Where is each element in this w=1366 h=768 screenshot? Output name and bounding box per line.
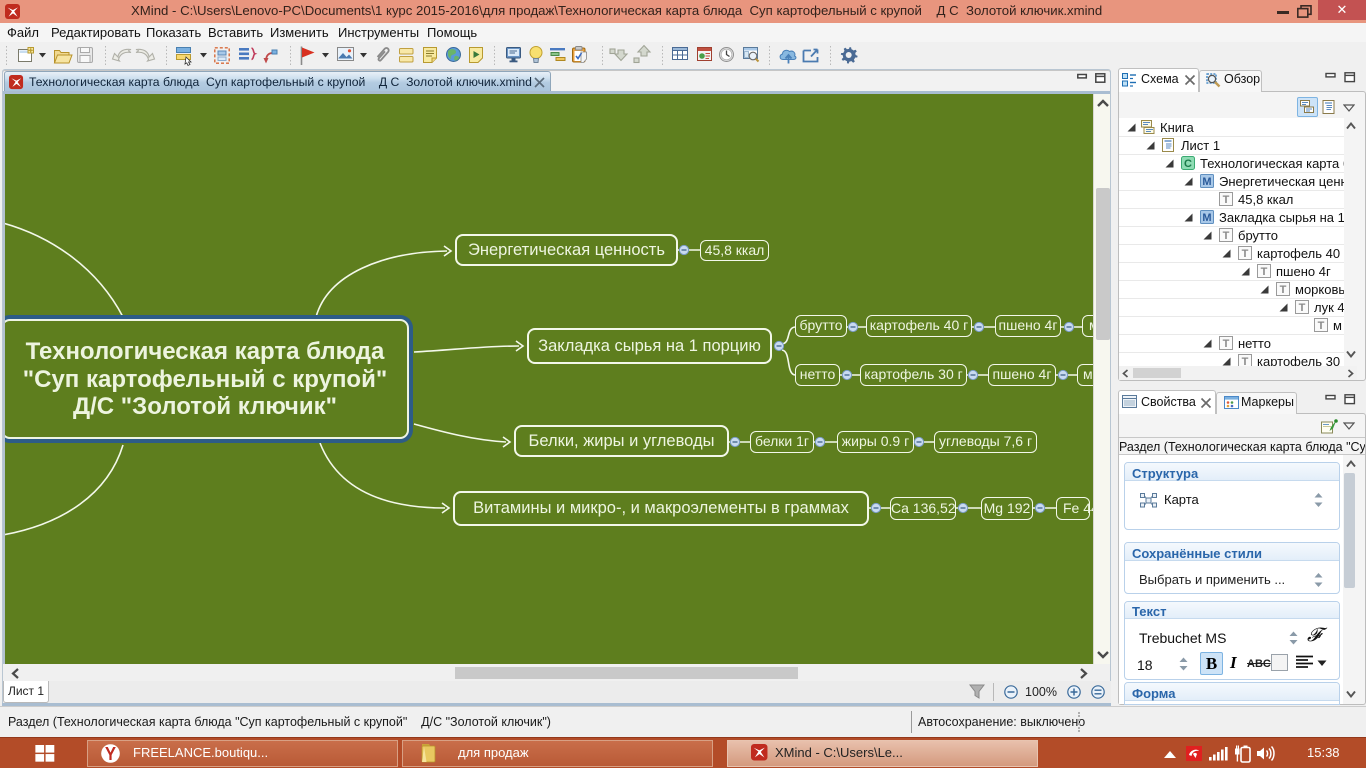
svg-text:M: M [1202, 176, 1211, 188]
svg-text:T: T [1242, 356, 1249, 366]
svg-text:T: T [1299, 302, 1306, 314]
svg-text:T: T [1261, 266, 1268, 278]
svg-text:T: T [1223, 338, 1230, 350]
svg-text:T: T [1318, 320, 1325, 332]
svg-text:T: T [1280, 284, 1287, 296]
svg-text:T: T [1242, 248, 1249, 260]
svg-text:M: M [1202, 212, 1211, 224]
svg-text:C: C [1184, 158, 1192, 170]
svg-text:T: T [1223, 230, 1230, 242]
svg-text:T: T [1223, 194, 1230, 206]
